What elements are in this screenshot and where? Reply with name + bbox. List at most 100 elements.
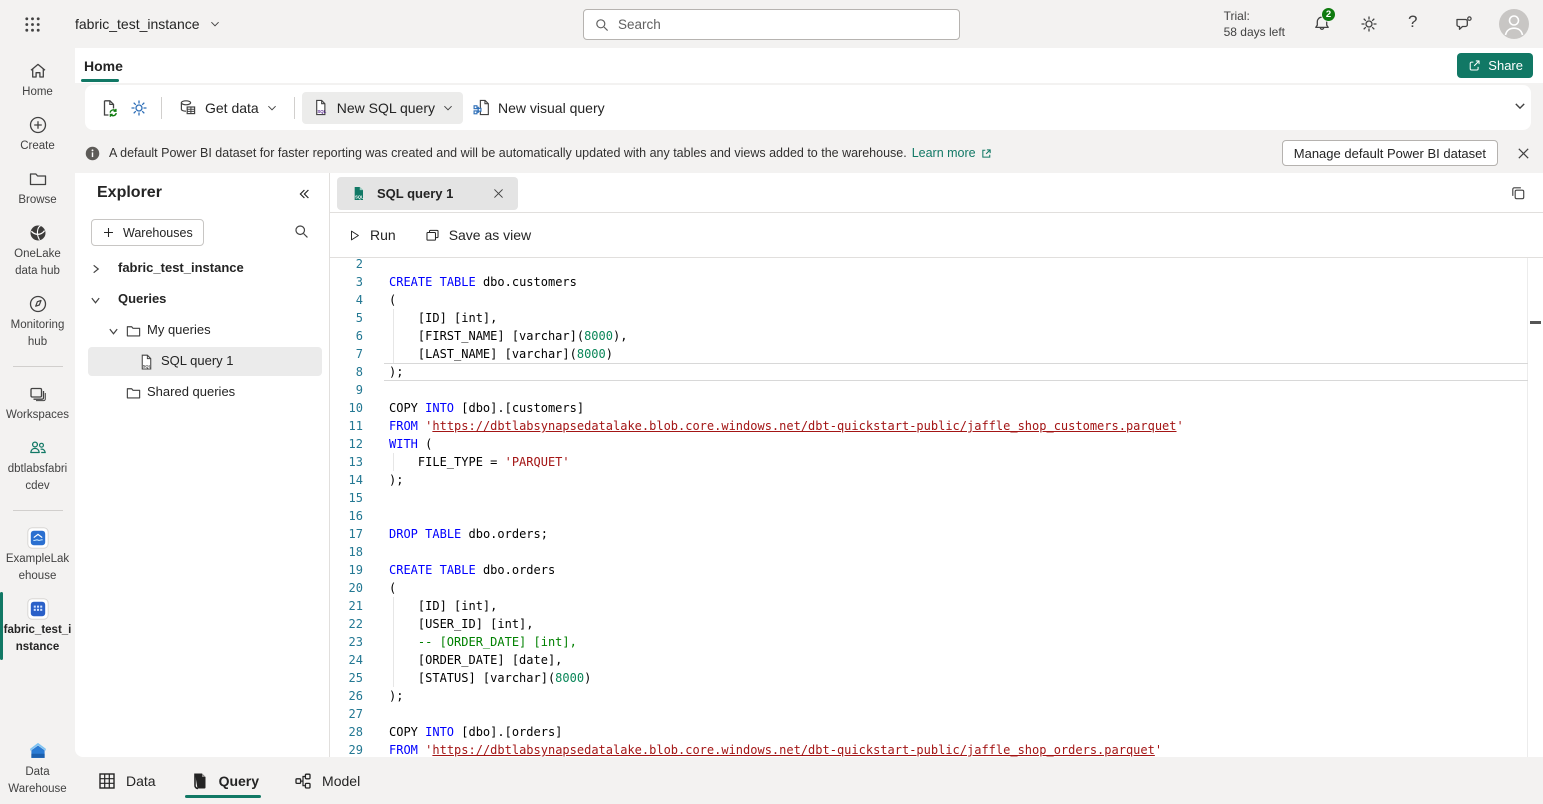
chevron-down-icon[interactable]	[90, 294, 101, 305]
rail-item-onelake-data-hub[interactable]: OneLakedata hub	[0, 222, 75, 278]
database-icon	[178, 98, 198, 118]
browse-icon	[27, 168, 49, 190]
code-line-22: 22 [USER_ID] [int],	[330, 615, 1543, 633]
manage-default-dataset-button[interactable]: Manage default Power BI dataset	[1282, 140, 1498, 166]
chevron-down-icon[interactable]	[108, 325, 119, 336]
refresh-document-button[interactable]	[94, 93, 124, 123]
new-sql-query-button[interactable]: SQL New SQL query	[302, 92, 463, 124]
active-view-underline	[185, 795, 261, 798]
rail-item-create[interactable]: Create	[0, 114, 75, 153]
rail-item-label: nstance	[16, 641, 59, 654]
onelake-icon	[27, 222, 49, 244]
line-number: 22	[340, 615, 363, 633]
chevron-down-icon	[266, 102, 278, 114]
rail-item-monitoring-hub[interactable]: Monitoringhub	[0, 293, 75, 349]
code-text: [LAST_NAME] [varchar](8000)	[389, 345, 613, 363]
active-tab-underline	[81, 79, 119, 82]
view-tab-label: Query	[219, 773, 259, 789]
view-tab-model[interactable]: Model	[293, 757, 360, 804]
code-line-2: 2	[330, 258, 1543, 273]
code-text: [USER_ID] [int],	[389, 615, 534, 633]
get-data-button[interactable]: Get data	[169, 92, 287, 124]
tree-item-fabric-test-instance[interactable]: fabric_test_instance	[75, 253, 329, 284]
settings-gear-blue-icon[interactable]	[124, 93, 154, 123]
top-bar: fabric_test_instance Search Trial: 58 da…	[0, 0, 1543, 48]
rail-item-workspaces[interactable]: Workspaces	[0, 383, 75, 422]
tree-item-sql-query-1[interactable]: SQLSQL query 1	[75, 346, 329, 377]
code-line-18: 18	[330, 543, 1543, 561]
warehouse-icon	[27, 598, 49, 620]
code-line-6: 6 [FIRST_NAME] [varchar](8000),	[330, 327, 1543, 345]
tab-close-icon[interactable]	[491, 187, 505, 201]
line-number: 3	[340, 273, 363, 291]
rail-item-examplelakehouse[interactable]: ExampleLakehouse	[0, 527, 75, 583]
line-number: 28	[340, 723, 363, 741]
search-input[interactable]: Search	[583, 9, 960, 40]
save-as-view-icon	[424, 227, 441, 244]
tree-item-shared-queries[interactable]: Shared queries	[75, 377, 329, 408]
code-line-14: 14);	[330, 471, 1543, 489]
settings-gear-icon[interactable]	[1358, 13, 1380, 35]
rail-item-label: cdev	[25, 480, 49, 493]
get-data-label: Get data	[205, 100, 259, 116]
line-number: 14	[340, 471, 363, 489]
code-text: [ID] [int],	[389, 309, 497, 327]
rail-item-dbtlabsfabricdev[interactable]: dbtlabsfabricdev	[0, 437, 75, 493]
rail-item-browse[interactable]: Browse	[0, 168, 75, 207]
new-visual-query-label: New visual query	[498, 100, 605, 116]
lakehouse-icon	[27, 527, 49, 549]
tree-item-queries[interactable]: Queries	[75, 284, 329, 315]
learn-more-link[interactable]: Learn more	[912, 146, 993, 160]
line-number: 21	[340, 597, 363, 615]
workspace-name: fabric_test_instance	[75, 16, 200, 32]
chevron-right-icon[interactable]	[90, 263, 101, 274]
query-tab[interactable]: SQL SQL query 1	[337, 177, 518, 210]
help-icon[interactable]: ?	[1408, 12, 1430, 34]
tree-item-label: fabric_test_instance	[118, 260, 244, 275]
run-button[interactable]: Run	[347, 227, 396, 243]
collapse-panel-icon[interactable]	[296, 186, 312, 202]
rail-item-fabric-test-instance[interactable]: fabric_test_instance	[0, 598, 75, 654]
code-text: [FIRST_NAME] [varchar](8000),	[389, 327, 627, 345]
add-warehouses-button[interactable]: Warehouses	[91, 219, 204, 246]
line-number: 19	[340, 561, 363, 579]
code-line-25: 25 [STATUS] [varchar](8000)	[330, 669, 1543, 687]
line-number: 24	[340, 651, 363, 669]
line-number: 7	[340, 345, 363, 363]
line-number: 23	[340, 633, 363, 651]
banner-close-icon[interactable]	[1515, 145, 1531, 161]
rail-item-home[interactable]: Home	[0, 60, 75, 99]
code-line-11: 11FROM 'https://dbtlabsynapsedatalake.bl…	[330, 417, 1543, 435]
tab-home[interactable]: Home	[81, 48, 126, 83]
tree-item-label: Queries	[118, 291, 166, 306]
sql-file-green-icon: SQL	[350, 185, 367, 202]
line-number: 18	[340, 543, 363, 561]
copy-icon[interactable]	[1509, 184, 1528, 203]
app-launcher-icon[interactable]	[22, 14, 42, 34]
save-as-view-label: Save as view	[449, 227, 531, 243]
code-line-23: 23 -- [ORDER_DATE] [int],	[330, 633, 1543, 651]
view-tab-data[interactable]: Data	[97, 757, 156, 804]
rail-item-data-warehouse[interactable]: DataWarehouse	[0, 740, 75, 796]
tree-item-my-queries[interactable]: My queries	[75, 315, 329, 346]
view-tab-query[interactable]: Query	[190, 757, 259, 804]
rail-item-label: Browse	[18, 194, 56, 207]
play-icon	[347, 228, 362, 243]
account-avatar[interactable]	[1499, 9, 1529, 39]
sql-document-icon: SQL	[311, 98, 330, 117]
explorer-title: Explorer	[97, 184, 162, 202]
ribbon-expand-chevron-icon[interactable]	[1513, 99, 1527, 113]
save-as-view-button[interactable]: Save as view	[424, 227, 531, 244]
explorer-search-icon[interactable]	[293, 223, 310, 240]
code-text: DROP TABLE dbo.orders;	[389, 525, 548, 543]
feedback-icon[interactable]	[1452, 13, 1474, 35]
code-line-29: 29FROM 'https://dbtlabsynapsedatalake.bl…	[330, 741, 1543, 757]
share-button[interactable]: Share	[1457, 53, 1533, 78]
code-editor-area[interactable]: 23CREATE TABLE dbo.customers4(5 [ID] [in…	[330, 258, 1543, 757]
new-visual-query-button[interactable]: New visual query	[463, 92, 614, 124]
ribbon-row: Get data SQL New SQL query New visual qu…	[75, 83, 1543, 133]
chevron-down-icon	[442, 102, 454, 114]
line-number: 12	[340, 435, 363, 453]
workspace-switcher[interactable]: fabric_test_instance	[75, 0, 221, 48]
code-line-15: 15	[330, 489, 1543, 507]
